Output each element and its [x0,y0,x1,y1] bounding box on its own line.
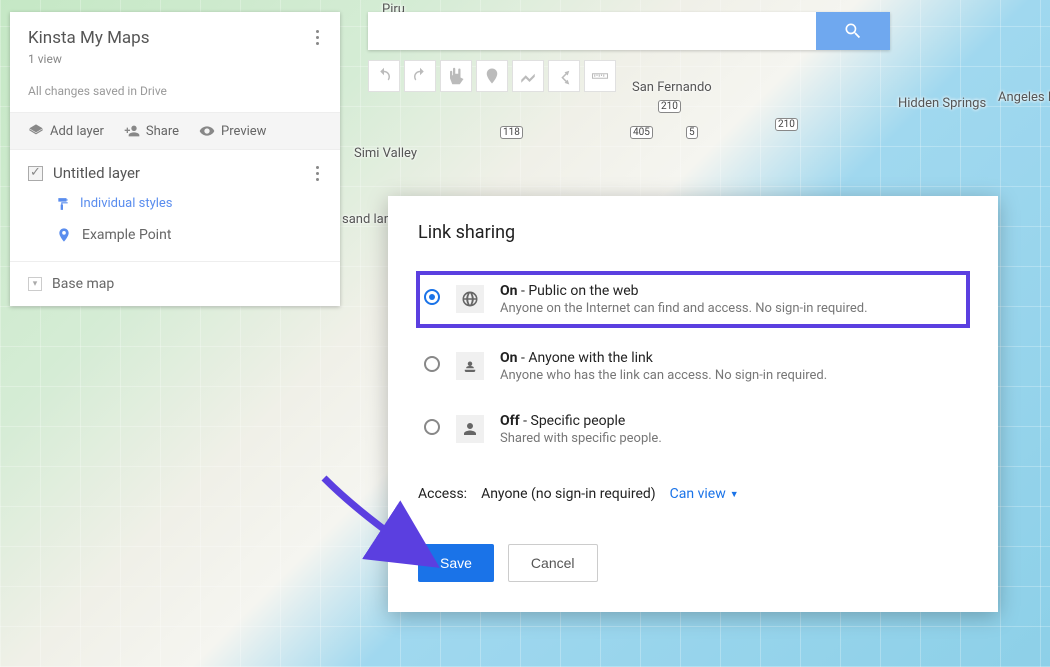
radio-specific[interactable] [424,419,440,435]
dialog-title: Link sharing [418,222,968,243]
map-panel: Kinsta My Maps 1 view All changes saved … [10,12,340,306]
layers-icon [28,123,44,139]
marker-tool[interactable] [476,60,508,92]
redo-button[interactable] [404,60,436,92]
map-label: Hidden Springs [898,96,986,111]
map-toolbar [368,60,616,92]
share-label: Share [146,124,179,139]
add-layer-label: Add layer [50,124,104,139]
paint-roller-icon [56,197,70,211]
map-views: 1 view [28,52,322,66]
save-status: All changes saved in Drive [10,80,340,112]
line-tool[interactable] [512,60,544,92]
option-specific[interactable]: Off - Specific people Shared with specif… [418,407,968,452]
directions-tool[interactable] [548,60,580,92]
caret-down-icon: ▼ [730,489,739,500]
save-button[interactable]: Save [418,544,494,582]
search-bar [368,12,890,50]
feature-label: Example Point [82,227,171,243]
pan-tool[interactable] [440,60,472,92]
map-label: San Fernando [632,80,712,95]
cancel-button[interactable]: Cancel [508,544,598,582]
pin-icon [56,225,72,245]
preview-button[interactable]: Preview [199,123,266,139]
radio-link[interactable] [424,356,440,372]
layer-style-label: Individual styles [80,196,173,211]
feature-item[interactable]: Example Point [28,219,322,245]
add-layer-button[interactable]: Add layer [28,123,104,139]
layer-menu-button[interactable] [308,164,326,182]
option-link[interactable]: On - Anyone with the link Anyone who has… [418,344,968,389]
link-people-icon [456,352,484,380]
search-button[interactable] [816,12,890,50]
undo-button[interactable] [368,60,400,92]
eye-icon [199,123,215,139]
globe-icon [456,285,484,313]
access-value: Anyone (no sign-in required) [481,486,656,502]
layer-name: Untitled layer [53,164,140,182]
person-add-icon [124,123,140,139]
radio-public[interactable] [424,289,440,305]
search-icon [843,21,863,41]
option-public[interactable]: On - Public on the web Anyone on the Int… [418,273,968,326]
basemap-toggle[interactable]: ▾ Base map [10,262,340,306]
access-label: Access: [418,486,467,502]
option-desc: Anyone on the Internet can find and acce… [500,301,962,316]
share-button[interactable]: Share [124,123,179,139]
person-icon [456,415,484,443]
preview-label: Preview [221,124,266,139]
map-label: Simi Valley [354,146,417,161]
layer-style-button[interactable]: Individual styles [28,192,322,219]
link-sharing-dialog: Link sharing On - Public on the web Anyo… [388,196,998,612]
access-permission-dropdown[interactable]: Can view▼ [670,486,739,502]
measure-tool[interactable] [584,60,616,92]
search-input[interactable] [368,12,816,50]
map-title: Kinsta My Maps [28,28,322,48]
option-desc: Anyone who has the link can access. No s… [500,368,962,383]
layer-checkbox[interactable] [28,166,43,181]
basemap-label: Base map [52,276,114,292]
caret-down-icon: ▾ [28,277,42,291]
map-label: Angeles National Fo [998,90,1050,105]
option-desc: Shared with specific people. [500,431,962,446]
map-menu-button[interactable] [308,28,326,46]
